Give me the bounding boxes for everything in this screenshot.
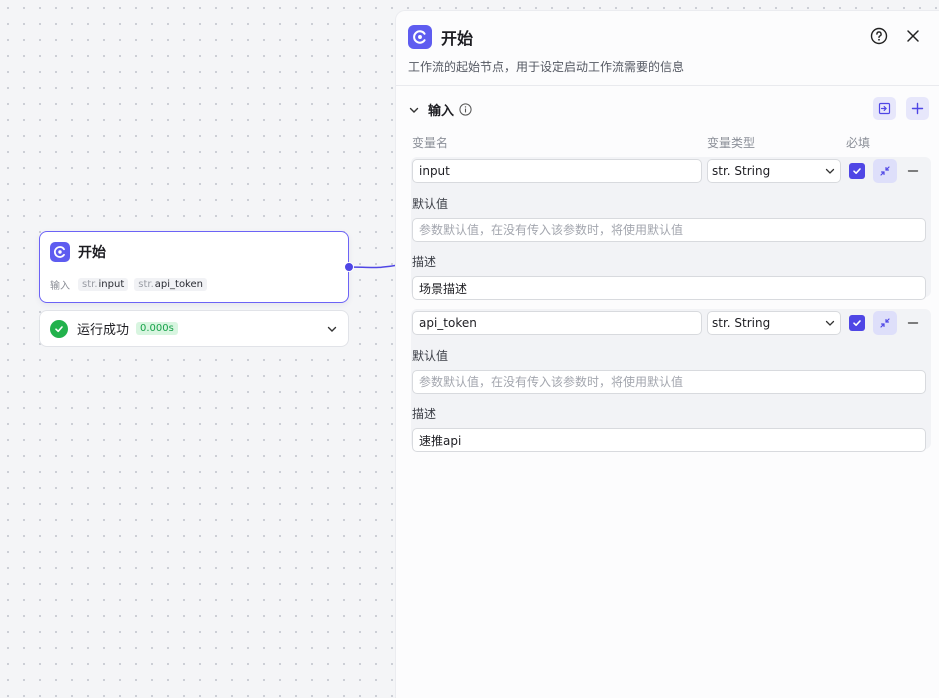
- required-checkbox[interactable]: [849, 163, 865, 179]
- variable-row: str. String 默认值 描述: [411, 157, 931, 300]
- description-input[interactable]: [412, 428, 926, 452]
- add-variable-button[interactable]: [906, 97, 929, 120]
- check-icon: [853, 168, 861, 174]
- default-value-label: 默认值: [412, 197, 449, 211]
- input-name: input: [98, 279, 125, 290]
- panel-title: 开始: [441, 29, 474, 48]
- connection-edge: [348, 264, 398, 269]
- collapse-arrows-icon: [880, 166, 890, 176]
- start-node-icon: [50, 242, 70, 262]
- panel-header: 开始: [408, 25, 473, 49]
- chevron-down-icon[interactable]: [326, 323, 338, 335]
- remove-variable-button[interactable]: [905, 315, 921, 331]
- description-label: 描述: [412, 255, 437, 269]
- start-node[interactable]: 开始 输入 str.input str.api_token: [39, 231, 354, 303]
- node-title: 开始: [78, 245, 106, 261]
- output-port-handle[interactable]: [344, 262, 354, 272]
- help-icon[interactable]: [869, 26, 889, 46]
- start-node-icon: [408, 25, 432, 49]
- column-header-required: 必填: [846, 136, 871, 150]
- node-input-tag: str.api_token: [134, 278, 207, 291]
- info-icon[interactable]: [459, 103, 472, 116]
- variable-name-input[interactable]: [412, 159, 702, 183]
- close-icon[interactable]: [903, 26, 923, 46]
- minus-icon: [907, 322, 919, 324]
- run-time-badge: 0.000s: [136, 322, 178, 335]
- variable-type-select[interactable]: str. String: [707, 311, 841, 335]
- variable-type-value: str. String: [712, 164, 771, 178]
- node-inputs-label: 输入: [50, 281, 70, 292]
- variable-type-select[interactable]: str. String: [707, 159, 841, 183]
- panel-actions: [869, 26, 923, 46]
- minus-icon: [907, 170, 919, 172]
- node-input-tag: str.input: [78, 278, 129, 291]
- section-actions: [873, 97, 929, 120]
- run-status-bar[interactable]: 运行成功 0.000s: [39, 310, 349, 347]
- input-type-prefix: str.: [82, 279, 98, 290]
- description-label: 描述: [412, 407, 437, 421]
- node-header: 开始: [50, 242, 106, 262]
- chevron-down-icon: [825, 168, 835, 174]
- column-header-type: 变量类型: [707, 136, 756, 150]
- input-name: api_token: [154, 279, 203, 290]
- variable-type-value: str. String: [712, 316, 771, 330]
- collapse-button[interactable]: [873, 311, 897, 335]
- section-title: 输入: [428, 104, 455, 119]
- import-button[interactable]: [873, 97, 896, 120]
- default-value-label: 默认值: [412, 349, 449, 363]
- variable-row: str. String 默认值 描述: [411, 309, 931, 452]
- collapse-button[interactable]: [873, 159, 897, 183]
- node-config-panel: 开始 工作流的起始节点，用于设定启动工作流需要的信息 输入 变量名 变量类型 必…: [395, 10, 939, 698]
- success-check-icon: [50, 319, 68, 338]
- default-value-input[interactable]: [412, 370, 926, 394]
- input-type-prefix: str.: [138, 279, 154, 290]
- plus-icon: [911, 102, 924, 115]
- run-status-label: 运行成功: [77, 323, 130, 338]
- panel-description: 工作流的起始节点，用于设定启动工作流需要的信息: [408, 60, 685, 74]
- column-header-name: 变量名: [412, 136, 449, 150]
- import-icon: [878, 102, 891, 115]
- input-section-header[interactable]: 输入: [408, 100, 472, 119]
- header-divider: [396, 85, 939, 86]
- description-input[interactable]: [412, 276, 926, 300]
- variable-name-input[interactable]: [412, 311, 702, 335]
- default-value-input[interactable]: [412, 218, 926, 242]
- chevron-down-icon[interactable]: [408, 104, 420, 116]
- collapse-arrows-icon: [880, 318, 890, 328]
- chevron-down-icon: [825, 320, 835, 326]
- check-icon: [853, 320, 861, 326]
- required-checkbox[interactable]: [849, 315, 865, 331]
- node-inputs: 输入 str.input str.api_token: [50, 277, 213, 292]
- remove-variable-button[interactable]: [905, 163, 921, 179]
